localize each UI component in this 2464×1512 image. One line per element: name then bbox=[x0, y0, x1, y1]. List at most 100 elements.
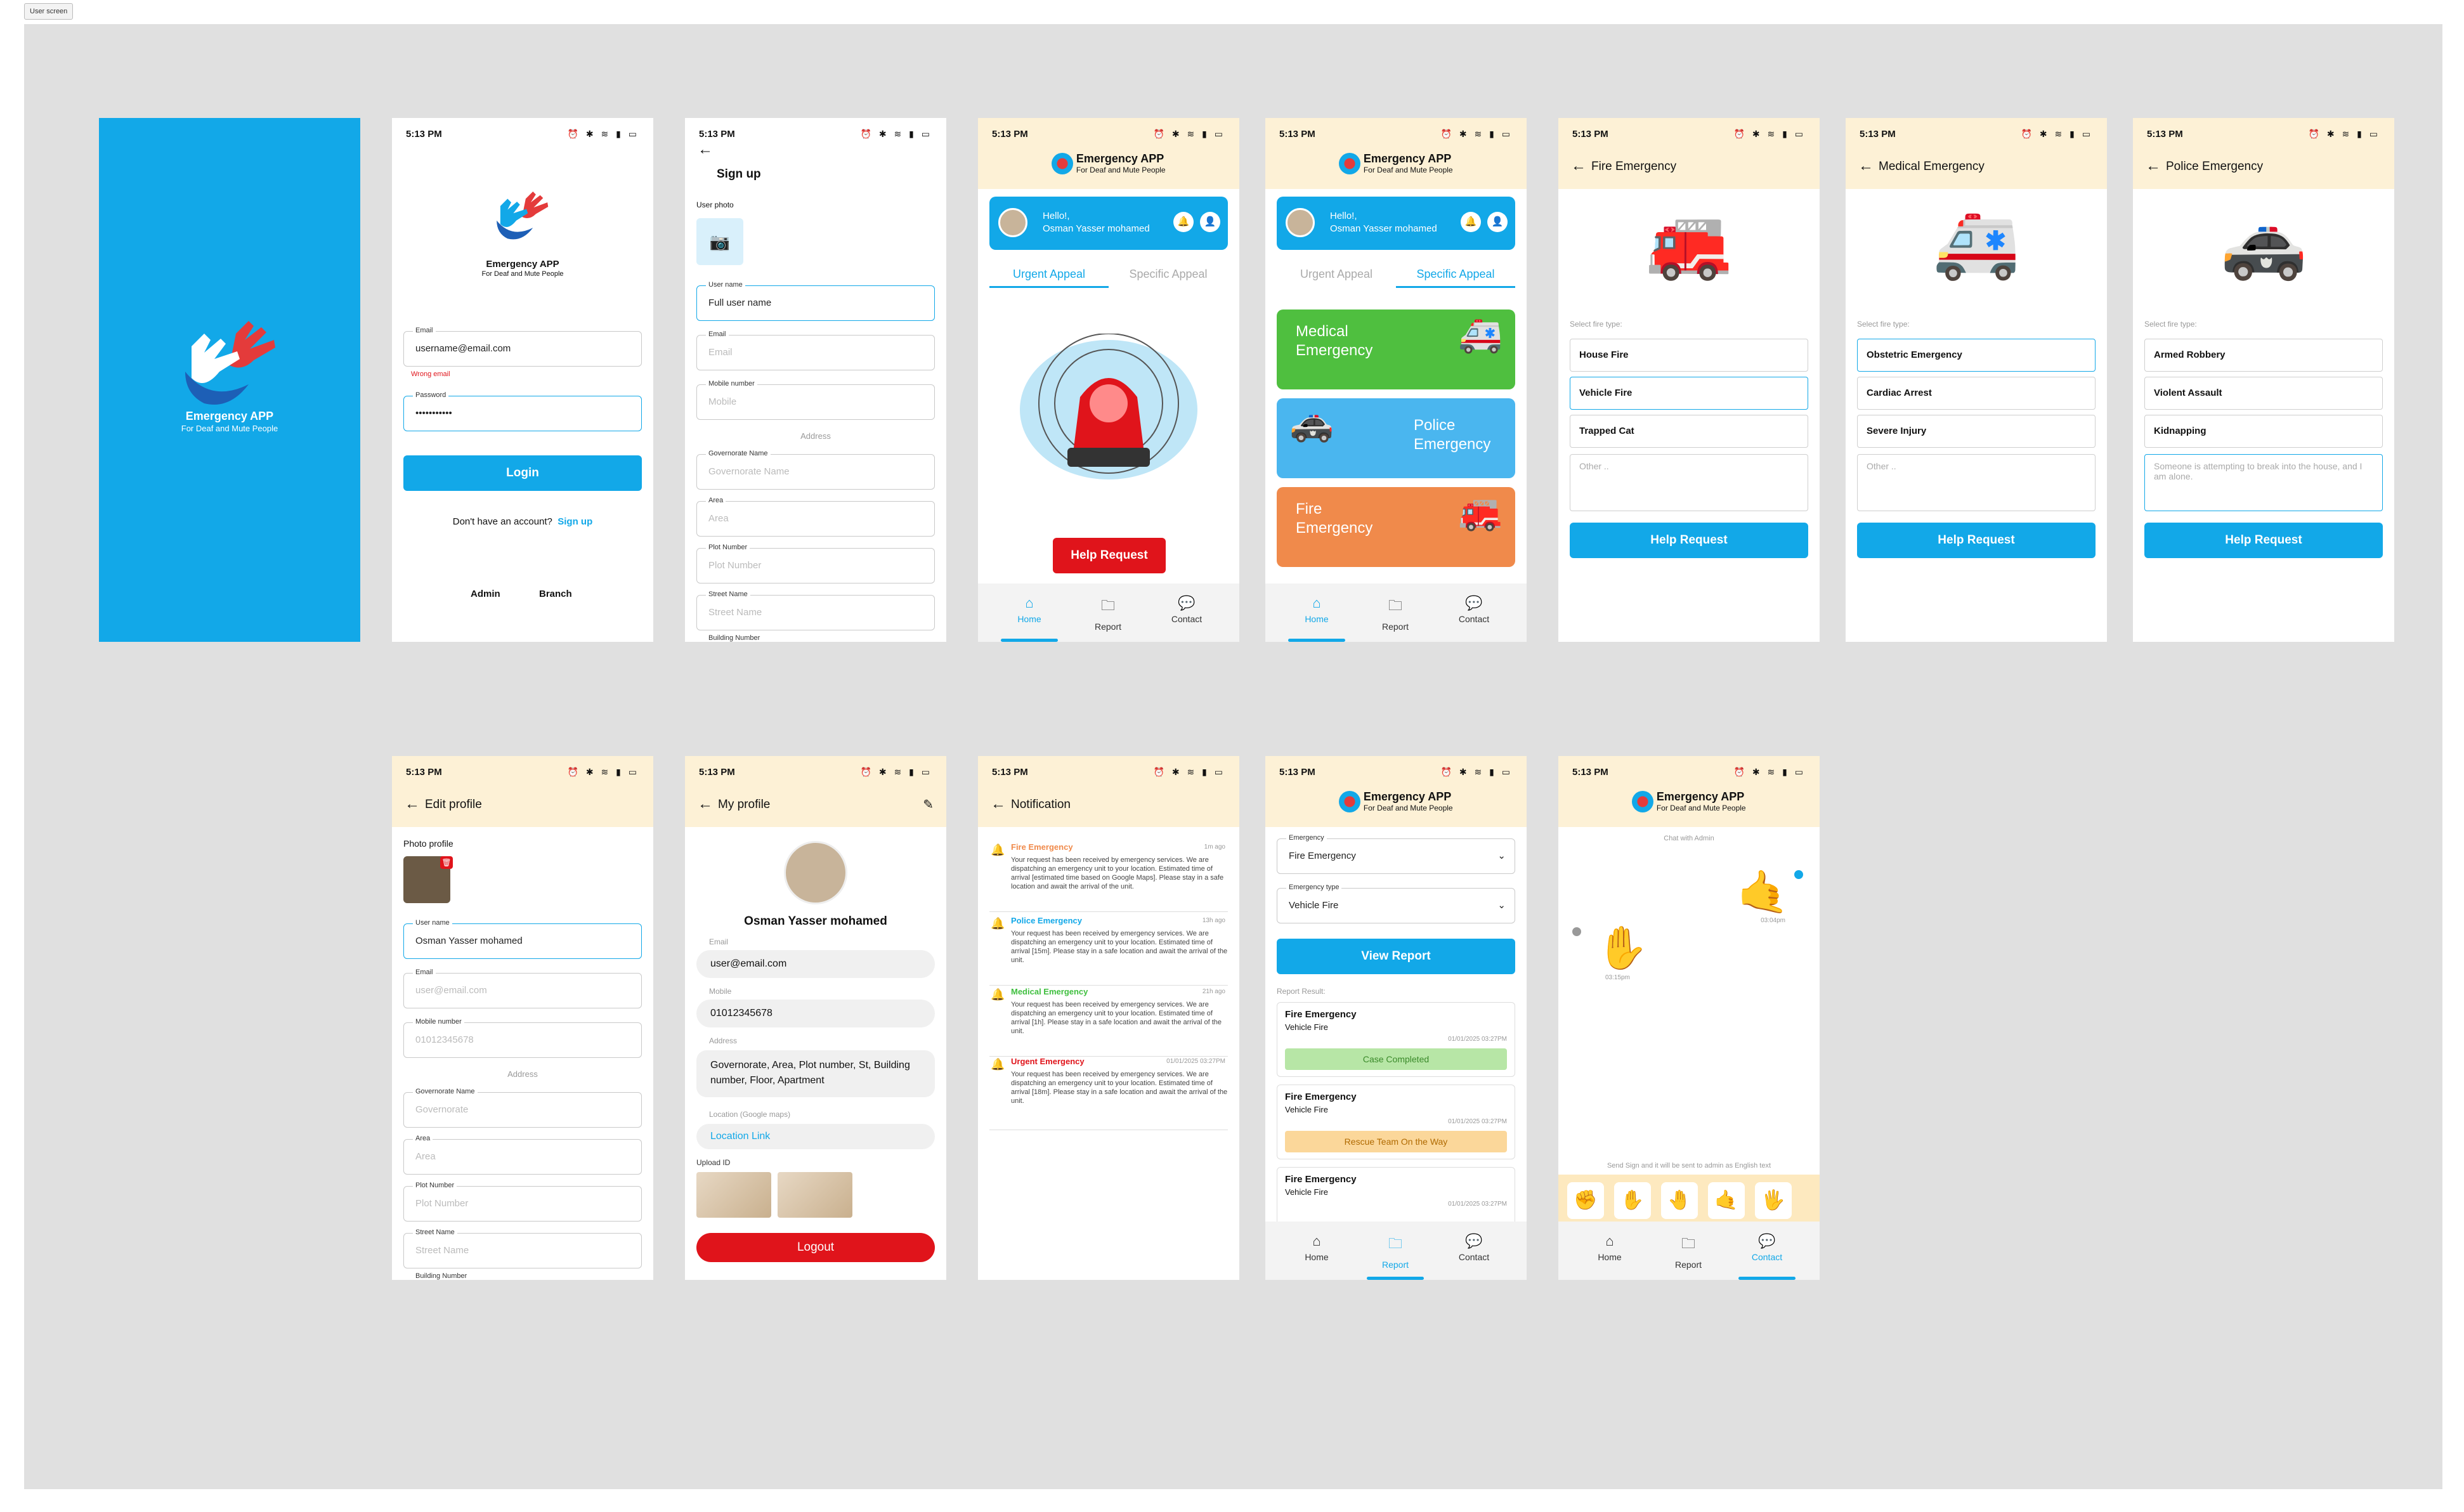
option-house-fire[interactable]: House Fire bbox=[1570, 339, 1808, 372]
sign-option[interactable]: ✋ bbox=[1614, 1182, 1651, 1219]
app-logo-icon bbox=[179, 321, 287, 410]
help-request-button[interactable]: Help Request bbox=[2144, 523, 2383, 558]
greeting-text: Hello!, bbox=[1330, 211, 1357, 221]
nav-contact[interactable]: 💬 Contact bbox=[1445, 595, 1503, 624]
medical-emergency-card[interactable]: Medical Emergency 🚑 bbox=[1277, 310, 1515, 389]
camera-icon[interactable]: 📷 bbox=[696, 218, 743, 265]
help-request-button[interactable]: Help Request bbox=[1053, 538, 1166, 573]
notification-bell-icon[interactable]: 🔔 bbox=[1461, 212, 1481, 232]
nav-contact[interactable]: 💬 Contact bbox=[1738, 1233, 1796, 1262]
edit-area-field[interactable]: Area Area bbox=[403, 1134, 642, 1175]
signup-area-field[interactable]: Area Area bbox=[696, 496, 935, 537]
profile-icon[interactable]: 👤 bbox=[1200, 212, 1220, 232]
help-request-button[interactable]: Help Request bbox=[1570, 523, 1808, 558]
other-input[interactable]: Someone is attempting to break into the … bbox=[2144, 454, 2383, 511]
nav-report[interactable]: 🗀 Report bbox=[1367, 595, 1424, 632]
back-arrow-icon[interactable]: ← bbox=[1571, 157, 1586, 175]
tab-specific-appeal[interactable]: Specific Appeal bbox=[1396, 263, 1515, 288]
police-emergency-card[interactable]: 🚓 Police Emergency bbox=[1277, 398, 1515, 478]
notification-item[interactable]: 🔔 Fire Emergency 1m ago Your request has… bbox=[989, 842, 1228, 912]
notification-item[interactable]: 🔔 Police Emergency 13h ago Your request … bbox=[989, 916, 1228, 986]
other-input[interactable]: Other .. bbox=[1857, 454, 2096, 511]
back-arrow-icon[interactable]: ← bbox=[405, 795, 420, 813]
nav-home[interactable]: ⌂ Home bbox=[1001, 595, 1058, 624]
notification-body: Your request has been received by emerge… bbox=[1011, 1071, 1228, 1105]
sign-option[interactable]: 🤙 bbox=[1708, 1182, 1745, 1219]
option-obstetric-emergency[interactable]: Obstetric Emergency bbox=[1857, 339, 2096, 372]
id-card-back[interactable] bbox=[778, 1172, 852, 1218]
notification-item[interactable]: 🔔 Urgent Emergency 01/01/2025 03:27PM Yo… bbox=[989, 1057, 1228, 1130]
status-icons: ⏰ ✱ ≋ ▮ ▭ bbox=[1733, 129, 1806, 139]
edit-plot-field[interactable]: Plot Number Plot Number bbox=[403, 1181, 642, 1222]
signup-street-field[interactable]: Street Name Street Name bbox=[696, 590, 935, 630]
profile-icon[interactable]: 👤 bbox=[1487, 212, 1508, 232]
signup-link[interactable]: Sign up bbox=[557, 516, 592, 527]
nav-home[interactable]: ⌂ Home bbox=[1581, 1233, 1638, 1262]
logout-button[interactable]: Logout bbox=[696, 1233, 935, 1262]
nav-contact[interactable]: 💬 Contact bbox=[1158, 595, 1215, 624]
status-icons: ⏰ ✱ ≋ ▮ ▭ bbox=[567, 767, 639, 777]
nav-report[interactable]: 🗀 Report bbox=[1367, 1233, 1424, 1270]
online-dot-icon bbox=[1794, 870, 1803, 879]
option-vehicle-fire[interactable]: Vehicle Fire bbox=[1570, 377, 1808, 410]
report-title: Fire Emergency bbox=[1285, 1009, 1357, 1020]
nav-home-label: Home bbox=[1305, 1252, 1329, 1262]
delete-photo-icon[interactable]: 🗑 bbox=[440, 856, 453, 869]
email-field[interactable]: Email username@email.com bbox=[403, 326, 642, 367]
report-card[interactable]: Fire Emergency Vehicle Fire 01/01/2025 0… bbox=[1277, 1085, 1515, 1159]
edit-street-field[interactable]: Street Name Street Name bbox=[403, 1228, 642, 1268]
option-kidnapping[interactable]: Kidnapping bbox=[2144, 415, 2383, 448]
notification-bell-icon[interactable]: 🔔 bbox=[1173, 212, 1194, 232]
tab-urgent-appeal[interactable]: Urgent Appeal bbox=[989, 263, 1109, 288]
nav-contact[interactable]: 💬 Contact bbox=[1445, 1233, 1503, 1262]
sign-option[interactable]: 🤚 bbox=[1661, 1182, 1698, 1219]
nav-report[interactable]: 🗀 Report bbox=[1660, 1233, 1717, 1270]
back-arrow-icon[interactable]: ← bbox=[698, 141, 713, 159]
edit-email-field[interactable]: Email user@email.com bbox=[403, 968, 642, 1008]
report-card[interactable]: Fire Emergency Vehicle Fire 01/01/2025 0… bbox=[1277, 1002, 1515, 1077]
emergency-type-select[interactable]: Emergency type Vehicle Fire ⌄ bbox=[1277, 883, 1515, 923]
brand-title: Emergency APP bbox=[1363, 790, 1452, 803]
signup-email-field[interactable]: Email Email bbox=[696, 330, 935, 370]
option-trapped-cat[interactable]: Trapped Cat bbox=[1570, 415, 1808, 448]
back-arrow-icon[interactable]: ← bbox=[1858, 157, 1874, 175]
edit-pencil-icon[interactable]: ✎ bbox=[923, 797, 934, 812]
option-cardiac-arrest[interactable]: Cardiac Arrest bbox=[1857, 377, 2096, 410]
help-request-button[interactable]: Help Request bbox=[1857, 523, 2096, 558]
nav-home[interactable]: ⌂ Home bbox=[1288, 1233, 1345, 1262]
login-button[interactable]: Login bbox=[403, 455, 642, 491]
signup-mobile-field[interactable]: Mobile number Mobile bbox=[696, 379, 935, 420]
bottom-nav: ⌂ Home 🗀 Report 💬 Contact bbox=[1265, 583, 1527, 642]
nav-home[interactable]: ⌂ Home bbox=[1288, 595, 1345, 624]
notification-item[interactable]: 🔔 Medical Emergency 21h ago Your request… bbox=[989, 987, 1228, 1057]
emergency-select[interactable]: Emergency Fire Emergency ⌄ bbox=[1277, 833, 1515, 874]
option-severe-injury[interactable]: Severe Injury bbox=[1857, 415, 2096, 448]
back-arrow-icon[interactable]: ← bbox=[2146, 157, 2161, 175]
other-input[interactable]: Other .. bbox=[1570, 454, 1808, 511]
signup-gov-field[interactable]: Governorate Name Governorate Name bbox=[696, 449, 935, 490]
admin-link[interactable]: Admin bbox=[471, 589, 500, 599]
id-card-front[interactable] bbox=[696, 1172, 771, 1218]
back-arrow-icon[interactable]: ← bbox=[991, 795, 1006, 813]
notification-time: 01/01/2025 03:27PM bbox=[1166, 1058, 1225, 1065]
home-icon: ⌂ bbox=[1312, 1233, 1321, 1249]
signup-plot-field[interactable]: Plot Number Plot Number bbox=[696, 543, 935, 583]
option-violent-assault[interactable]: Violent Assault bbox=[2144, 377, 2383, 410]
location-link[interactable]: Location Link bbox=[696, 1124, 935, 1149]
nav-report[interactable]: 🗀 Report bbox=[1079, 595, 1137, 632]
back-arrow-icon[interactable]: ← bbox=[698, 795, 713, 813]
fire-emergency-card[interactable]: Fire Emergency 🚒 bbox=[1277, 487, 1515, 567]
edit-gov-field[interactable]: Governorate Name Governorate bbox=[403, 1087, 642, 1128]
sign-option[interactable]: 🖐 bbox=[1755, 1182, 1792, 1219]
signup-username-field[interactable]: User name Full user name bbox=[696, 280, 935, 321]
view-report-button[interactable]: View Report bbox=[1277, 939, 1515, 974]
branch-link[interactable]: Branch bbox=[539, 589, 572, 599]
profile-avatar bbox=[784, 841, 847, 904]
edit-username-field[interactable]: User name Osman Yasser mohamed bbox=[403, 918, 642, 959]
edit-mobile-field[interactable]: Mobile number 01012345678 bbox=[403, 1017, 642, 1058]
tab-specific-appeal[interactable]: Specific Appeal bbox=[1109, 263, 1228, 288]
sign-option[interactable]: ✊ bbox=[1567, 1182, 1604, 1219]
password-field[interactable]: Password ••••••••••• bbox=[403, 391, 642, 431]
tab-urgent-appeal[interactable]: Urgent Appeal bbox=[1277, 263, 1396, 288]
option-armed-robbery[interactable]: Armed Robbery bbox=[2144, 339, 2383, 372]
